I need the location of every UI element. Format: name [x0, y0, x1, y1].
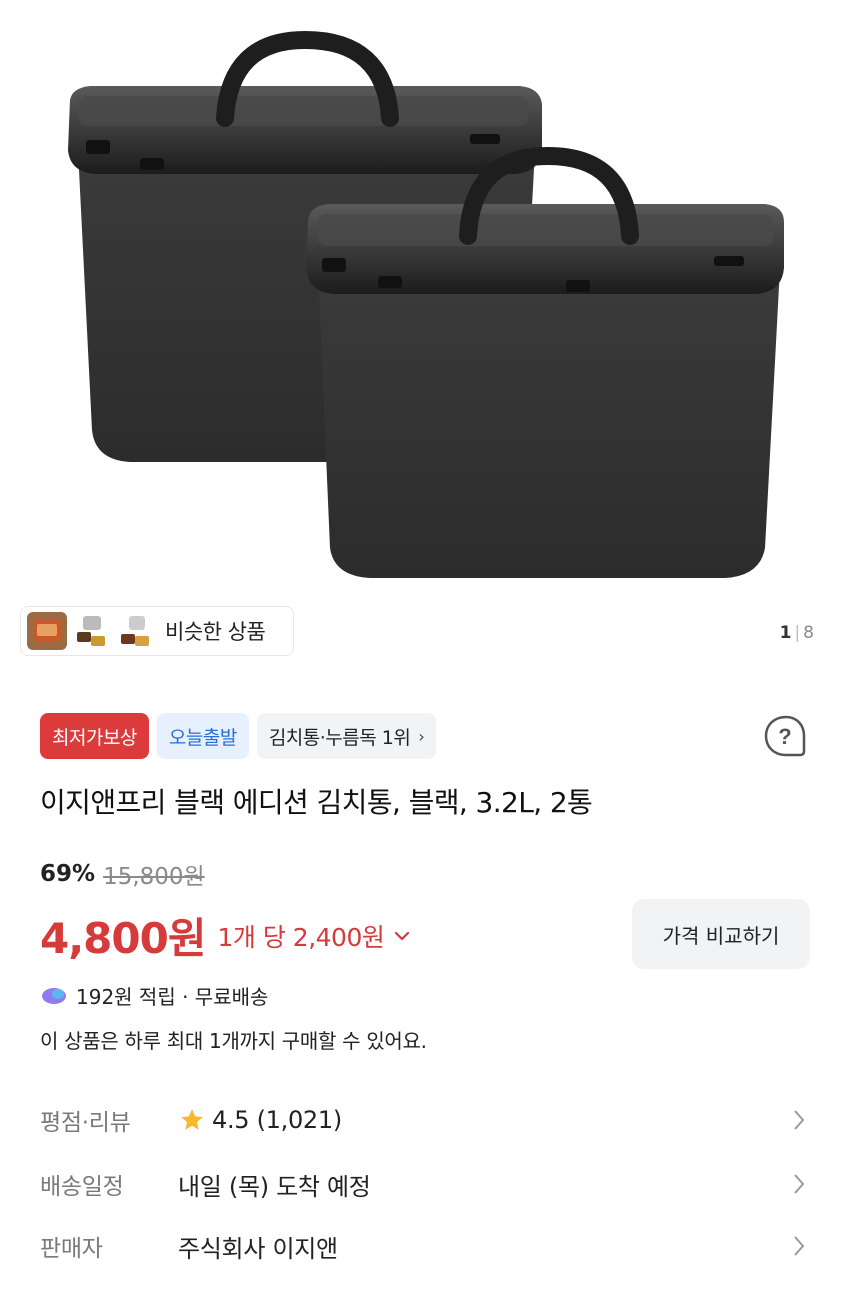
- lowest-price-badge: 최저가보상: [40, 713, 149, 759]
- badge-label: 김치통·누름독 1위: [268, 726, 411, 749]
- counter-total: 8: [803, 623, 814, 643]
- similar-thumbnail: [71, 612, 111, 650]
- chevron-right-icon: [794, 1110, 805, 1130]
- product-title: 이지앤프리 블랙 에디션 김치통, 블랙, 3.2L, 2통: [40, 786, 593, 819]
- product-image[interactable]: [0, 0, 850, 600]
- container-front: [306, 146, 784, 578]
- product-photo: [68, 30, 784, 578]
- delivery-schedule-row[interactable]: 배송일정 내일 (목) 도착 예정: [40, 1160, 810, 1208]
- chevron-right-icon: [794, 1236, 805, 1256]
- counter-separator: |: [794, 623, 801, 643]
- discount-row: 69% 15,800원: [40, 857, 205, 891]
- badge-label: 오늘출발: [168, 726, 237, 749]
- badge-row: 최저가보상 오늘출발 김치통·누름독 1위 ›: [40, 713, 437, 759]
- seller-row[interactable]: 판매자 주식회사 이지앤: [40, 1222, 810, 1270]
- chevron-right-icon: [794, 1174, 805, 1194]
- unit-price: 1개 당 2,400원: [217, 922, 385, 952]
- similar-thumbnails: [27, 612, 155, 650]
- badge-label: 최저가보상: [52, 726, 137, 749]
- original-price: 15,800원: [103, 864, 205, 890]
- rating-value-group: 4.5 (1,021): [178, 1106, 342, 1134]
- price-row: 4,800원 1개 당 2,400원: [40, 905, 410, 966]
- reward-text: 192원 적립 · 무료배송: [76, 985, 269, 1009]
- delivery-label: 배송일정: [40, 1174, 124, 1200]
- svg-text:?: ?: [778, 724, 791, 749]
- delivery-value: 내일 (목) 도착 예정: [178, 1172, 371, 1201]
- counter-current: 1: [779, 623, 792, 643]
- similar-thumbnail: [27, 612, 67, 650]
- same-day-shipping-badge: 오늘출발: [156, 713, 249, 759]
- rating-label: 평점·리뷰: [40, 1110, 131, 1136]
- help-button[interactable]: ?: [762, 713, 810, 761]
- chevron-right-icon: ›: [418, 726, 425, 746]
- similar-thumbnail: [115, 612, 155, 650]
- seller-value: 주식회사 이지앤: [178, 1234, 338, 1263]
- seller-label: 판매자: [40, 1236, 103, 1262]
- similar-products-label: 비슷한 상품: [165, 620, 266, 644]
- unit-price-toggle[interactable]: 1개 당 2,400원: [218, 918, 411, 954]
- sale-price: 4,800원: [40, 914, 206, 963]
- help-icon: ?: [764, 715, 806, 757]
- rating-value: 4.5 (1,021): [212, 1106, 342, 1134]
- star-icon: [181, 1109, 203, 1130]
- reward-row: 192원 적립 · 무료배송: [40, 981, 268, 1010]
- rating-review-row[interactable]: 평점·리뷰 4.5 (1,021): [40, 1096, 810, 1144]
- chevron-down-icon: [395, 931, 410, 941]
- discount-percent: 69%: [40, 861, 96, 887]
- image-counter: 1 | 8: [780, 623, 814, 643]
- price-compare-button[interactable]: 가격 비교하기: [632, 899, 810, 969]
- reward-icon: [42, 987, 66, 1004]
- purchase-limit-notice: 이 상품은 하루 최대 1개까지 구매할 수 있어요.: [40, 1029, 427, 1053]
- similar-products-button[interactable]: 비슷한 상품: [20, 606, 294, 656]
- category-rank-badge[interactable]: 김치통·누름독 1위 ›: [256, 713, 437, 759]
